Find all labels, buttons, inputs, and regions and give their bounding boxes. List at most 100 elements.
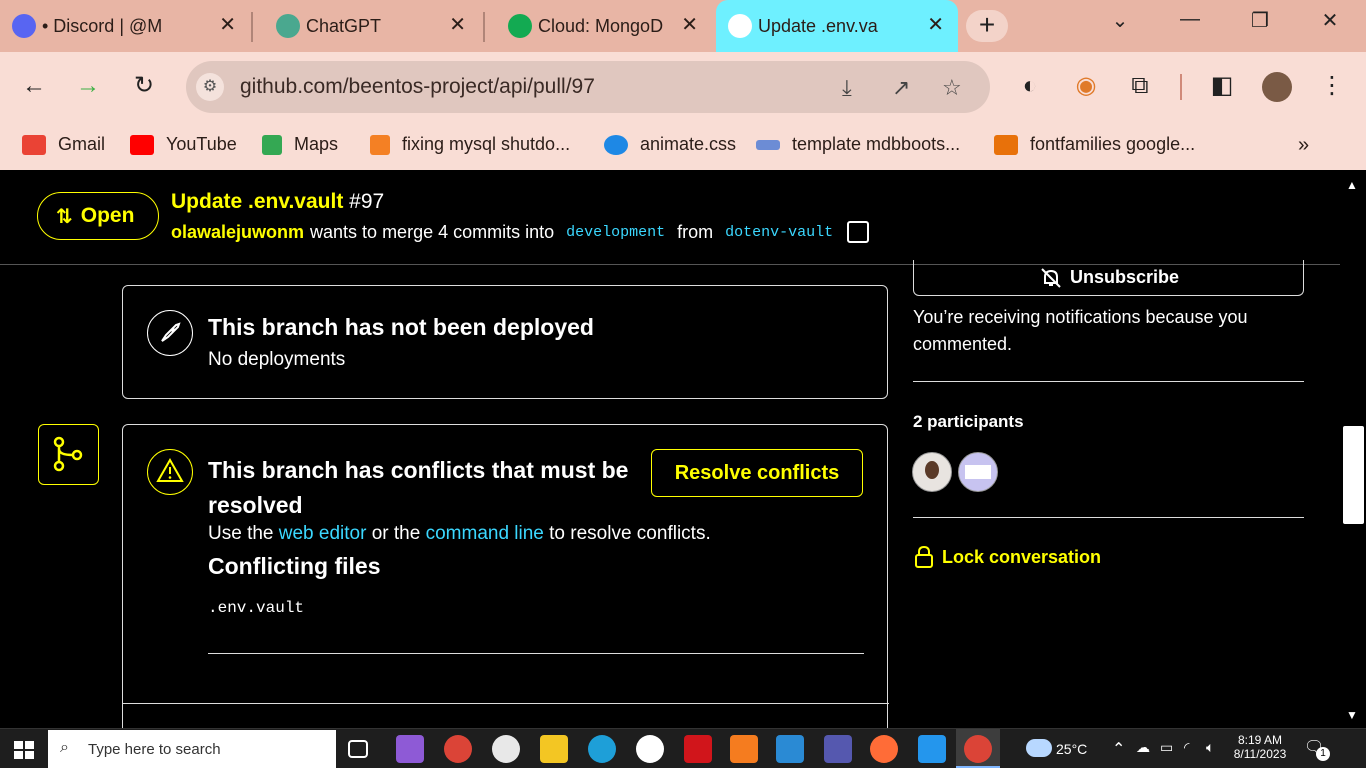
bookmark-gmail[interactable]: Gmail xyxy=(22,134,105,155)
tab-github-active[interactable]: Update .env.va ✕ xyxy=(716,0,958,52)
weather-temp[interactable]: 25°C xyxy=(1056,741,1087,757)
deployment-subtitle: No deployments xyxy=(208,349,346,370)
extension-icon[interactable]: ◉ xyxy=(1070,70,1102,102)
search-placeholder: Type here to search xyxy=(88,740,221,758)
share-icon[interactable]: ↗ xyxy=(892,75,910,101)
url-text[interactable]: github.com/beentos-project/api/pull/97 xyxy=(240,75,595,99)
chrome-icon[interactable] xyxy=(444,735,472,763)
site-info-icon[interactable]: ⚙ xyxy=(196,73,224,101)
tab-discord[interactable]: • Discord | @M ✕ xyxy=(0,0,250,52)
xampp-icon[interactable] xyxy=(730,735,758,763)
postman-icon[interactable] xyxy=(870,735,898,763)
conflicts-title-line2: resolved xyxy=(208,492,303,518)
clock[interactable]: 8:19 AM 8/11/2023 xyxy=(1232,733,1288,761)
bookmark-label: template mdbboots... xyxy=(792,134,961,154)
taskbar-search-box[interactable]: ⌕ Type here to search xyxy=(48,730,336,768)
task-view-icon[interactable] xyxy=(348,740,368,758)
bookmark-animate-css[interactable]: animate.css xyxy=(604,134,736,155)
profile-avatar[interactable] xyxy=(1262,72,1292,102)
mongodb-compass-icon[interactable] xyxy=(636,735,664,763)
pr-title-text[interactable]: Update .env.vault xyxy=(171,190,343,213)
new-tab-button[interactable]: + xyxy=(966,10,1008,42)
bookmark-maps[interactable]: Maps xyxy=(262,134,338,155)
windows-start-icon[interactable] xyxy=(14,741,34,759)
minimize-icon[interactable]: — xyxy=(1170,8,1210,31)
teams-icon[interactable] xyxy=(824,735,852,763)
scroll-up-arrow-icon[interactable]: ▲ xyxy=(1346,178,1358,192)
tab-mongodb[interactable]: Cloud: MongoD ✕ xyxy=(496,0,712,52)
head-branch-link[interactable]: dotenv-vault xyxy=(725,224,833,241)
chatgpt-icon xyxy=(276,14,300,38)
participants-heading: 2 participants xyxy=(913,412,1024,431)
notification-reason: You’re receiving notifications because y… xyxy=(913,304,1248,358)
stackoverflow-icon xyxy=(370,134,390,155)
address-bar[interactable]: ⚙ github.com/beentos-project/api/pull/97… xyxy=(186,61,990,113)
pr-number: #97 xyxy=(349,190,385,213)
bookmarks-bar: Gmail YouTube Maps fixing mysql shutdo..… xyxy=(0,122,1366,170)
windows-taskbar: ⌕ Type here to search 25°C ⌃ ☁ ▭ ◜ 🔈︎ 8:… xyxy=(0,728,1366,768)
help-text-or: or the xyxy=(371,523,421,544)
side-panel-icon[interactable]: ◧ xyxy=(1206,70,1238,102)
deployment-title: This branch has not been deployed xyxy=(208,314,594,340)
close-icon[interactable]: ✕ xyxy=(219,13,236,37)
tab-separator xyxy=(483,12,485,42)
rocket-icon xyxy=(147,310,193,356)
web-editor-link[interactable]: web editor xyxy=(279,523,367,544)
clock-date: 8/11/2023 xyxy=(1233,747,1287,761)
bookmark-mysql[interactable]: fixing mysql shutdo... xyxy=(370,134,570,155)
back-arrow-icon[interactable]: ← xyxy=(18,70,50,102)
close-icon[interactable]: ✕ xyxy=(449,13,466,37)
copy-icon[interactable] xyxy=(847,221,870,243)
conflicting-file: .env.vault xyxy=(208,599,305,617)
app-icon[interactable] xyxy=(684,735,712,763)
pr-author-link[interactable]: olawalejuwonm xyxy=(171,222,304,243)
github-icon xyxy=(728,14,752,38)
dark-mode-extension-icon[interactable]: ◐ xyxy=(1014,70,1046,102)
extensions-puzzle-icon[interactable]: ⧉ xyxy=(1124,70,1156,102)
alert-icon xyxy=(147,449,193,495)
close-window-icon[interactable]: ✕ xyxy=(1310,8,1350,33)
docker-icon[interactable] xyxy=(918,735,946,763)
chevron-down-icon[interactable]: ⌄ xyxy=(1100,8,1140,33)
battery-icon[interactable]: ▭ xyxy=(1160,739,1173,756)
close-icon[interactable]: ✕ xyxy=(927,13,944,37)
pr-title[interactable]: Update .env.vault #97 xyxy=(171,190,384,214)
bookmark-label: fixing mysql shutdo... xyxy=(402,134,571,154)
avatar[interactable] xyxy=(958,452,998,492)
network-off-icon[interactable]: ☁ xyxy=(1136,739,1150,756)
bookmark-youtube[interactable]: YouTube xyxy=(130,134,237,155)
unsubscribe-label: Unsubscribe xyxy=(1069,267,1180,287)
vscode-icon[interactable] xyxy=(776,735,804,763)
close-icon[interactable]: ✕ xyxy=(681,13,698,37)
bookmark-fontfamilies[interactable]: fontfamilies google... xyxy=(994,134,1195,155)
unsubscribe-button[interactable]: Unsubscribe xyxy=(913,260,1304,296)
divider xyxy=(123,703,889,704)
avatar[interactable] xyxy=(912,452,952,492)
file-explorer-icon[interactable] xyxy=(540,735,568,763)
reload-icon[interactable]: ↻ xyxy=(128,70,160,102)
tab-title: Cloud: MongoD xyxy=(538,15,664,36)
edge-icon[interactable] xyxy=(588,735,616,763)
visual-studio-icon[interactable] xyxy=(396,735,424,763)
bookmark-mdb[interactable]: template mdbboots... xyxy=(756,134,960,155)
lock-conversation-link[interactable]: Lock conversation xyxy=(913,545,1101,569)
command-line-link[interactable]: command line xyxy=(426,523,544,544)
chevron-up-icon[interactable]: ⌃ xyxy=(1112,739,1125,759)
tab-chatgpt[interactable]: ChatGPT ✕ xyxy=(264,0,480,52)
notification-line2: commented. xyxy=(913,334,1013,354)
restore-icon[interactable]: ❐ xyxy=(1240,8,1280,33)
whatsapp-icon[interactable] xyxy=(492,735,520,763)
menu-dots-icon[interactable]: ⋮ xyxy=(1316,70,1348,102)
resolve-conflicts-button[interactable]: Resolve conflicts xyxy=(651,449,863,497)
forward-arrow-icon[interactable]: → xyxy=(72,70,104,102)
merge-text: wants to merge 4 commits into xyxy=(310,221,555,242)
base-branch-link[interactable]: development xyxy=(566,224,665,241)
scrollbar-thumb[interactable] xyxy=(1343,426,1364,524)
taskbar-chrome-active[interactable] xyxy=(956,729,1000,768)
install-app-icon[interactable]: ⤓ xyxy=(842,75,852,101)
bookmarks-overflow-button[interactable]: » xyxy=(1298,134,1309,157)
volume-icon[interactable]: 🔈︎ xyxy=(1206,739,1214,756)
bookmark-star-icon[interactable]: ☆ xyxy=(942,75,962,101)
wifi-icon[interactable]: ◜ xyxy=(1184,739,1189,756)
scroll-down-arrow-icon[interactable]: ▼ xyxy=(1346,708,1358,722)
